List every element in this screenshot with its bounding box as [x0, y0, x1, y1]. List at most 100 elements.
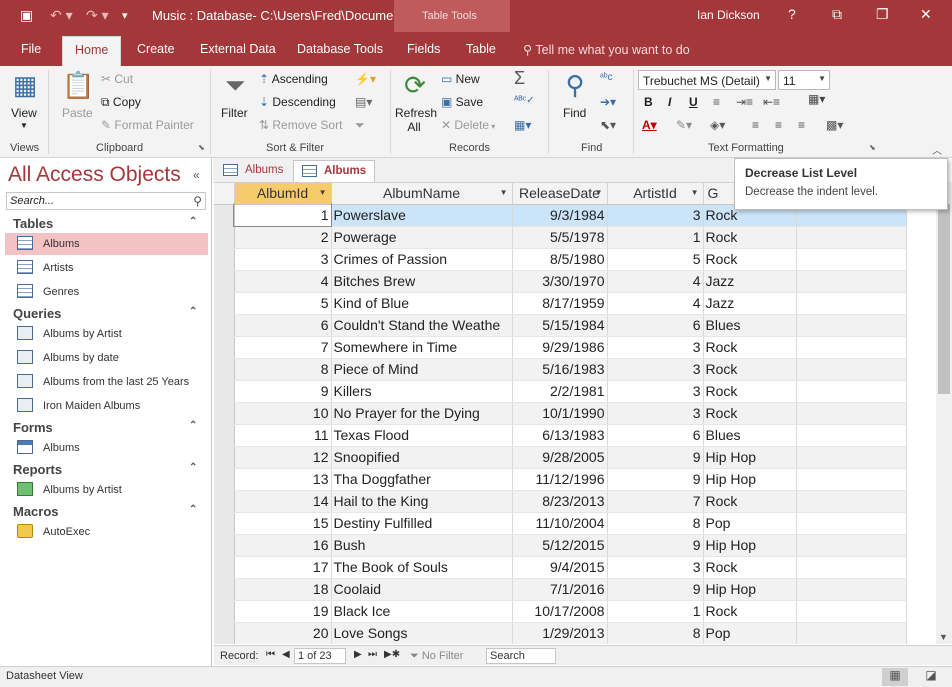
- cell-artistid[interactable]: 6: [607, 314, 704, 337]
- cell-releasedate[interactable]: 10/17/2008: [512, 600, 608, 623]
- cell-genre[interactable]: Blues: [703, 314, 797, 337]
- tab-fields[interactable]: Fields: [407, 42, 440, 56]
- cell-empty[interactable]: [796, 622, 907, 644]
- record-selector[interactable]: [214, 578, 235, 601]
- cell-albumid[interactable]: 20: [234, 622, 332, 644]
- table-row[interactable]: 7 Somewhere in Time 9/29/1986 3 Rock: [214, 336, 907, 359]
- nav-pane-title[interactable]: All Access Objects: [8, 163, 181, 187]
- cell-releasedate[interactable]: 5/15/1984: [512, 314, 608, 337]
- cell-empty[interactable]: [796, 490, 907, 513]
- cell-genre[interactable]: Rock: [703, 402, 797, 425]
- save-icon[interactable]: ▣: [20, 7, 33, 24]
- cell-artistid[interactable]: 4: [607, 292, 704, 315]
- cell-genre[interactable]: Rock: [703, 556, 797, 579]
- record-selector[interactable]: [214, 512, 235, 535]
- table-row[interactable]: 20 Love Songs 1/29/2013 8 Pop: [214, 622, 907, 644]
- cell-albumid[interactable]: 5: [234, 292, 332, 315]
- cell-albumname[interactable]: Bush: [331, 534, 513, 557]
- cell-albumname[interactable]: Somewhere in Time: [331, 336, 513, 359]
- cell-artistid[interactable]: 3: [607, 556, 704, 579]
- cell-empty[interactable]: [796, 292, 907, 315]
- table-row[interactable]: 2 Powerage 5/5/1978 1 Rock: [214, 226, 907, 249]
- clipboard-launcher-icon[interactable]: ⬊: [198, 143, 205, 152]
- cell-albumname[interactable]: Couldn't Stand the Weathe: [331, 314, 513, 337]
- cell-albumname[interactable]: Powerslave: [331, 204, 513, 227]
- paste-button[interactable]: Paste: [62, 106, 93, 120]
- cut-button[interactable]: ✂ Cut: [101, 72, 133, 86]
- highlight-icon[interactable]: ✎▾: [676, 118, 692, 132]
- table-row[interactable]: 4 Bitches Brew 3/30/1970 4 Jazz: [214, 270, 907, 293]
- select-all-corner[interactable]: [214, 183, 235, 205]
- collapse-ribbon-icon[interactable]: ︿: [932, 142, 942, 157]
- cell-albumname[interactable]: Snoopified: [331, 446, 513, 469]
- record-selector[interactable]: [214, 358, 235, 381]
- filter-button[interactable]: Filter: [221, 106, 248, 120]
- cell-releasedate[interactable]: 3/30/1970: [512, 270, 608, 293]
- cell-artistid[interactable]: 1: [607, 226, 704, 249]
- tell-me-box[interactable]: ⚲ Tell me what you want to do: [523, 42, 690, 57]
- cell-albumid[interactable]: 2: [234, 226, 332, 249]
- record-selector[interactable]: [214, 446, 235, 469]
- cell-genre[interactable]: Jazz: [703, 270, 797, 293]
- cell-albumname[interactable]: Destiny Fulfilled: [331, 512, 513, 535]
- copy-button[interactable]: ⧉ Copy: [101, 95, 141, 110]
- toggle-filter-icon[interactable]: ⏷: [355, 118, 365, 133]
- table-row[interactable]: 11 Texas Flood 6/13/1983 6 Blues: [214, 424, 907, 447]
- cell-albumname[interactable]: Love Songs: [331, 622, 513, 644]
- go-to-icon[interactable]: ➔▾: [600, 95, 616, 109]
- record-selector[interactable]: [214, 204, 235, 227]
- cell-albumname[interactable]: Piece of Mind: [331, 358, 513, 381]
- new-record-button[interactable]: ▭ New: [441, 72, 480, 86]
- remove-sort-button[interactable]: ⇅ Remove Sort: [259, 118, 342, 132]
- record-selector[interactable]: [214, 534, 235, 557]
- collapse-section-icon[interactable]: ⌃: [189, 306, 197, 317]
- cell-genre[interactable]: Rock: [703, 248, 797, 271]
- tab-file[interactable]: File: [21, 42, 41, 56]
- cell-albumname[interactable]: The Book of Souls: [331, 556, 513, 579]
- cell-empty[interactable]: [796, 446, 907, 469]
- cell-genre[interactable]: Jazz: [703, 292, 797, 315]
- chevron-down-icon[interactable]: ▼: [595, 188, 603, 197]
- table-row[interactable]: 17 The Book of Souls 9/4/2015 3 Rock: [214, 556, 907, 579]
- nav-item-albums-form[interactable]: Albums: [5, 437, 208, 459]
- table-row[interactable]: 9 Killers 2/2/1981 3 Rock: [214, 380, 907, 403]
- underline-button[interactable]: U: [689, 95, 698, 109]
- cell-albumid[interactable]: 4: [234, 270, 332, 293]
- column-header-albumname[interactable]: AlbumName ▼: [331, 183, 513, 205]
- cell-artistid[interactable]: 9: [607, 446, 704, 469]
- record-selector[interactable]: [214, 622, 235, 644]
- cell-empty[interactable]: [796, 226, 907, 249]
- cell-artistid[interactable]: 5: [607, 248, 704, 271]
- restore-icon[interactable]: ❐: [876, 6, 889, 23]
- ribbon-display-options-icon[interactable]: ⧉: [832, 6, 842, 23]
- cell-albumid[interactable]: 9: [234, 380, 332, 403]
- last-record-icon[interactable]: ⏭: [368, 649, 377, 660]
- redo-icon[interactable]: ↷ ▾: [86, 7, 109, 24]
- cell-artistid[interactable]: 9: [607, 468, 704, 491]
- record-selector[interactable]: [214, 270, 235, 293]
- cell-genre[interactable]: Hip Hop: [703, 446, 797, 469]
- find-button[interactable]: Find: [563, 106, 586, 120]
- cell-empty[interactable]: [796, 358, 907, 381]
- cell-releasedate[interactable]: 9/4/2015: [512, 556, 608, 579]
- refresh-all-button[interactable]: Refresh All: [395, 106, 437, 134]
- nav-item-query[interactable]: Iron Maiden Albums: [5, 395, 208, 417]
- cell-albumid[interactable]: 3: [234, 248, 332, 271]
- italic-button[interactable]: I: [668, 95, 671, 109]
- cell-empty[interactable]: [796, 512, 907, 535]
- nav-item-macro[interactable]: AutoExec: [5, 521, 208, 543]
- cell-empty[interactable]: [796, 314, 907, 337]
- cell-albumid[interactable]: 6: [234, 314, 332, 337]
- align-left-icon[interactable]: ≡: [713, 95, 720, 109]
- record-selector[interactable]: [214, 380, 235, 403]
- cell-genre[interactable]: Rock: [703, 336, 797, 359]
- scrollbar-thumb[interactable]: [938, 204, 950, 394]
- cell-releasedate[interactable]: 8/5/1980: [512, 248, 608, 271]
- cell-albumid[interactable]: 14: [234, 490, 332, 513]
- cell-artistid[interactable]: 3: [607, 402, 704, 425]
- doc-tab-albums-table[interactable]: Albums: [293, 160, 376, 182]
- cell-releasedate[interactable]: 5/16/1983: [512, 358, 608, 381]
- cell-genre[interactable]: Rock: [703, 358, 797, 381]
- cell-empty[interactable]: [796, 402, 907, 425]
- nav-item-query[interactable]: Albums by date: [5, 347, 208, 369]
